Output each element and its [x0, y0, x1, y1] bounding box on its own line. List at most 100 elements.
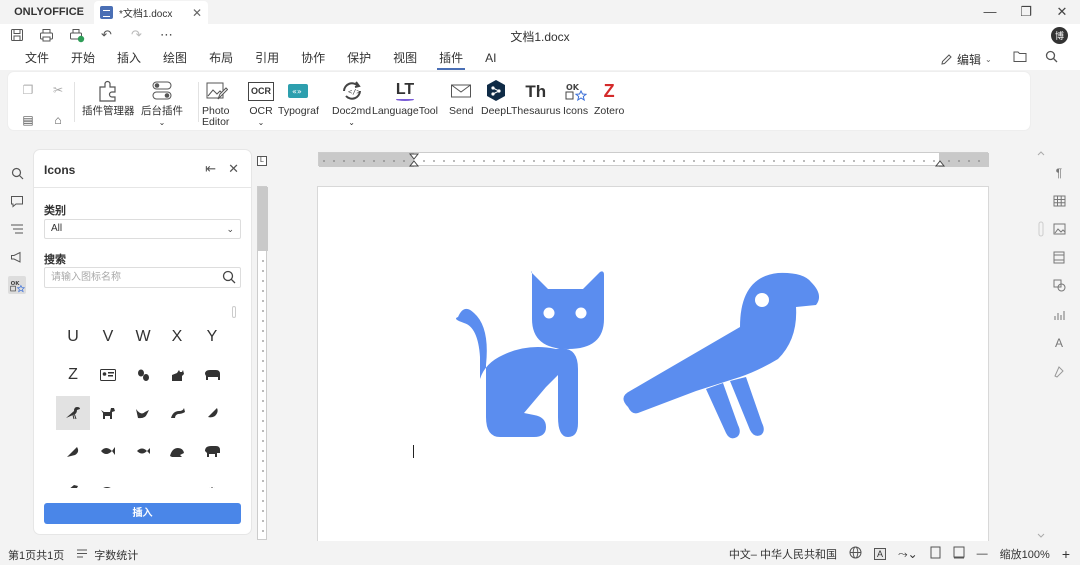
image-settings-icon[interactable]	[1050, 220, 1068, 238]
zoom-in-button[interactable]: +	[1062, 546, 1070, 562]
zotero-button[interactable]: Z Zotero	[594, 78, 624, 117]
menu-tab-7[interactable]: 保护	[336, 49, 382, 67]
icon-w[interactable]: W	[126, 320, 160, 354]
header-footer-icon[interactable]	[1050, 248, 1068, 266]
cat-icon[interactable]	[160, 358, 194, 392]
chart-settings-icon[interactable]	[1050, 306, 1068, 324]
page-info[interactable]: 第1页共1页	[8, 547, 64, 563]
menu-tab-1[interactable]: 开始	[60, 49, 106, 67]
dragon-icon[interactable]	[160, 396, 194, 430]
icon-z[interactable]: Z	[56, 358, 90, 392]
user-avatar[interactable]: 博	[1051, 27, 1068, 44]
close-window-button[interactable]: ✕	[1044, 0, 1080, 24]
category-label: 类别	[44, 205, 66, 217]
fit-width-icon[interactable]	[953, 546, 965, 562]
paragraph-settings-icon[interactable]: ¶	[1050, 164, 1068, 182]
id-card-icon[interactable]	[91, 358, 125, 392]
bugs-icon[interactable]	[126, 358, 160, 392]
send-button[interactable]: Send	[449, 78, 474, 117]
cut-icon[interactable]: ✂	[50, 82, 66, 98]
feather-alt-icon[interactable]	[56, 434, 90, 468]
inserted-icons-image[interactable]	[428, 267, 828, 442]
minimize-button[interactable]: —	[972, 0, 1008, 24]
crow-icon[interactable]	[56, 396, 90, 430]
ocr-button[interactable]: OCR OCR ⌄	[248, 78, 274, 128]
icons-plugin-panel: Icons ⇤ ✕ 类别 All ⌄ 搜索 请输入图标名称 U V W X Y …	[34, 150, 251, 534]
search-icon[interactable]	[8, 164, 26, 182]
signature-settings-icon[interactable]	[1050, 362, 1068, 380]
fish-icon[interactable]	[91, 434, 125, 468]
globe-icon[interactable]	[849, 546, 862, 562]
track-changes-icon[interactable]: ⤳⌄	[898, 547, 918, 562]
zoom-out-button[interactable]: —	[977, 548, 988, 560]
spider-icon[interactable]	[195, 472, 229, 488]
title-bar: ONLYOFFICE *文档1.docx ✕ — ❐ ✕	[0, 0, 1080, 24]
dove-icon[interactable]	[126, 396, 160, 430]
scrollbar-handle[interactable]	[232, 306, 236, 318]
icon-v[interactable]: V	[91, 320, 125, 354]
doc2md-button[interactable]: </> Doc2md ⌄	[332, 78, 371, 128]
menu-tab-3[interactable]: 绘图	[152, 49, 198, 67]
dog-icon[interactable]	[91, 396, 125, 430]
edit-mode-dropdown[interactable]: 编辑 ⌄	[940, 51, 992, 68]
menu-tab-4[interactable]: 布局	[198, 49, 244, 67]
menu-tab-6[interactable]: 协作	[290, 49, 336, 67]
background-plugins-button[interactable]: 后台插件 ⌄	[141, 78, 183, 128]
deepl-button[interactable]: DeepL	[481, 78, 512, 117]
feather-icon[interactable]	[195, 396, 229, 430]
icon-u[interactable]: U	[56, 320, 90, 354]
paste-icon[interactable]: ▤	[20, 112, 36, 128]
icons-plugin-icon[interactable]: OK	[8, 276, 26, 294]
vertical-ruler[interactable]	[257, 186, 268, 540]
spellcheck-icon[interactable]: A	[874, 548, 887, 560]
menu-tab-9[interactable]: 插件	[428, 49, 474, 70]
zoom-level[interactable]: 缩放100%	[1000, 546, 1050, 562]
icon-y[interactable]: Y	[195, 320, 229, 354]
text-art-settings-icon[interactable]: A	[1050, 334, 1068, 352]
menu-tab-0[interactable]: 文件	[14, 49, 60, 67]
thesaurus-button[interactable]: Th Thesaurus	[511, 78, 561, 117]
tab-stop-selector[interactable]: L	[257, 156, 267, 166]
icon-x[interactable]: X	[160, 320, 194, 354]
document-page[interactable]	[317, 186, 989, 546]
kiwi-bird-icon[interactable]	[91, 472, 125, 488]
comments-icon[interactable]	[8, 192, 26, 210]
elephant-icon[interactable]	[195, 358, 229, 392]
icons-button[interactable]: OK Icons	[563, 78, 588, 117]
open-folder-icon[interactable]	[1013, 50, 1027, 66]
icon-search-input[interactable]: 请输入图标名称	[44, 267, 241, 288]
copy-icon[interactable]: ❐	[20, 82, 36, 98]
menu-tab-2[interactable]: 插入	[106, 49, 152, 67]
close-tab-icon[interactable]: ✕	[192, 6, 202, 20]
table-settings-icon[interactable]	[1050, 192, 1068, 210]
close-panel-icon[interactable]: ✕	[228, 161, 239, 177]
language-selector[interactable]: 中文– 中华人民共和国	[729, 546, 837, 562]
menu-tab-5[interactable]: 引用	[244, 49, 290, 67]
horse-icon[interactable]	[56, 472, 90, 488]
menu-tab-8[interactable]: 视图	[382, 49, 428, 67]
insert-button[interactable]: 插入	[44, 503, 241, 524]
plugin-manager-button[interactable]: 插件管理器	[82, 78, 135, 117]
shape-settings-icon[interactable]	[1050, 276, 1068, 294]
restore-button[interactable]: ❐	[1008, 0, 1044, 24]
search-icon[interactable]	[222, 270, 236, 284]
hippo-icon[interactable]	[195, 434, 229, 468]
navigation-icon[interactable]	[8, 220, 26, 238]
search-icon[interactable]	[1045, 50, 1058, 66]
category-select[interactable]: All ⌄	[44, 219, 241, 239]
fit-page-icon[interactable]	[930, 546, 941, 562]
languagetool-button[interactable]: LT LanguageTool	[372, 78, 438, 117]
word-count-button[interactable]: 字数统计	[94, 547, 138, 563]
typograf-button[interactable]: «» Typograf	[278, 78, 319, 117]
document-tab[interactable]: *文档1.docx ✕	[94, 1, 208, 24]
frog-icon[interactable]	[160, 434, 194, 468]
paw-icon[interactable]	[160, 472, 194, 488]
fish-alt-icon[interactable]	[126, 434, 160, 468]
menu-tab-10[interactable]: AI	[474, 49, 507, 67]
photo-editor-button[interactable]: Photo Editor	[202, 78, 229, 128]
collapse-panel-icon[interactable]: ⇤	[205, 161, 216, 177]
format-painter-icon[interactable]: ⌂	[50, 112, 66, 128]
horizontal-ruler[interactable]	[318, 152, 989, 167]
announcement-icon[interactable]	[8, 248, 26, 266]
otter-icon[interactable]	[126, 472, 160, 488]
